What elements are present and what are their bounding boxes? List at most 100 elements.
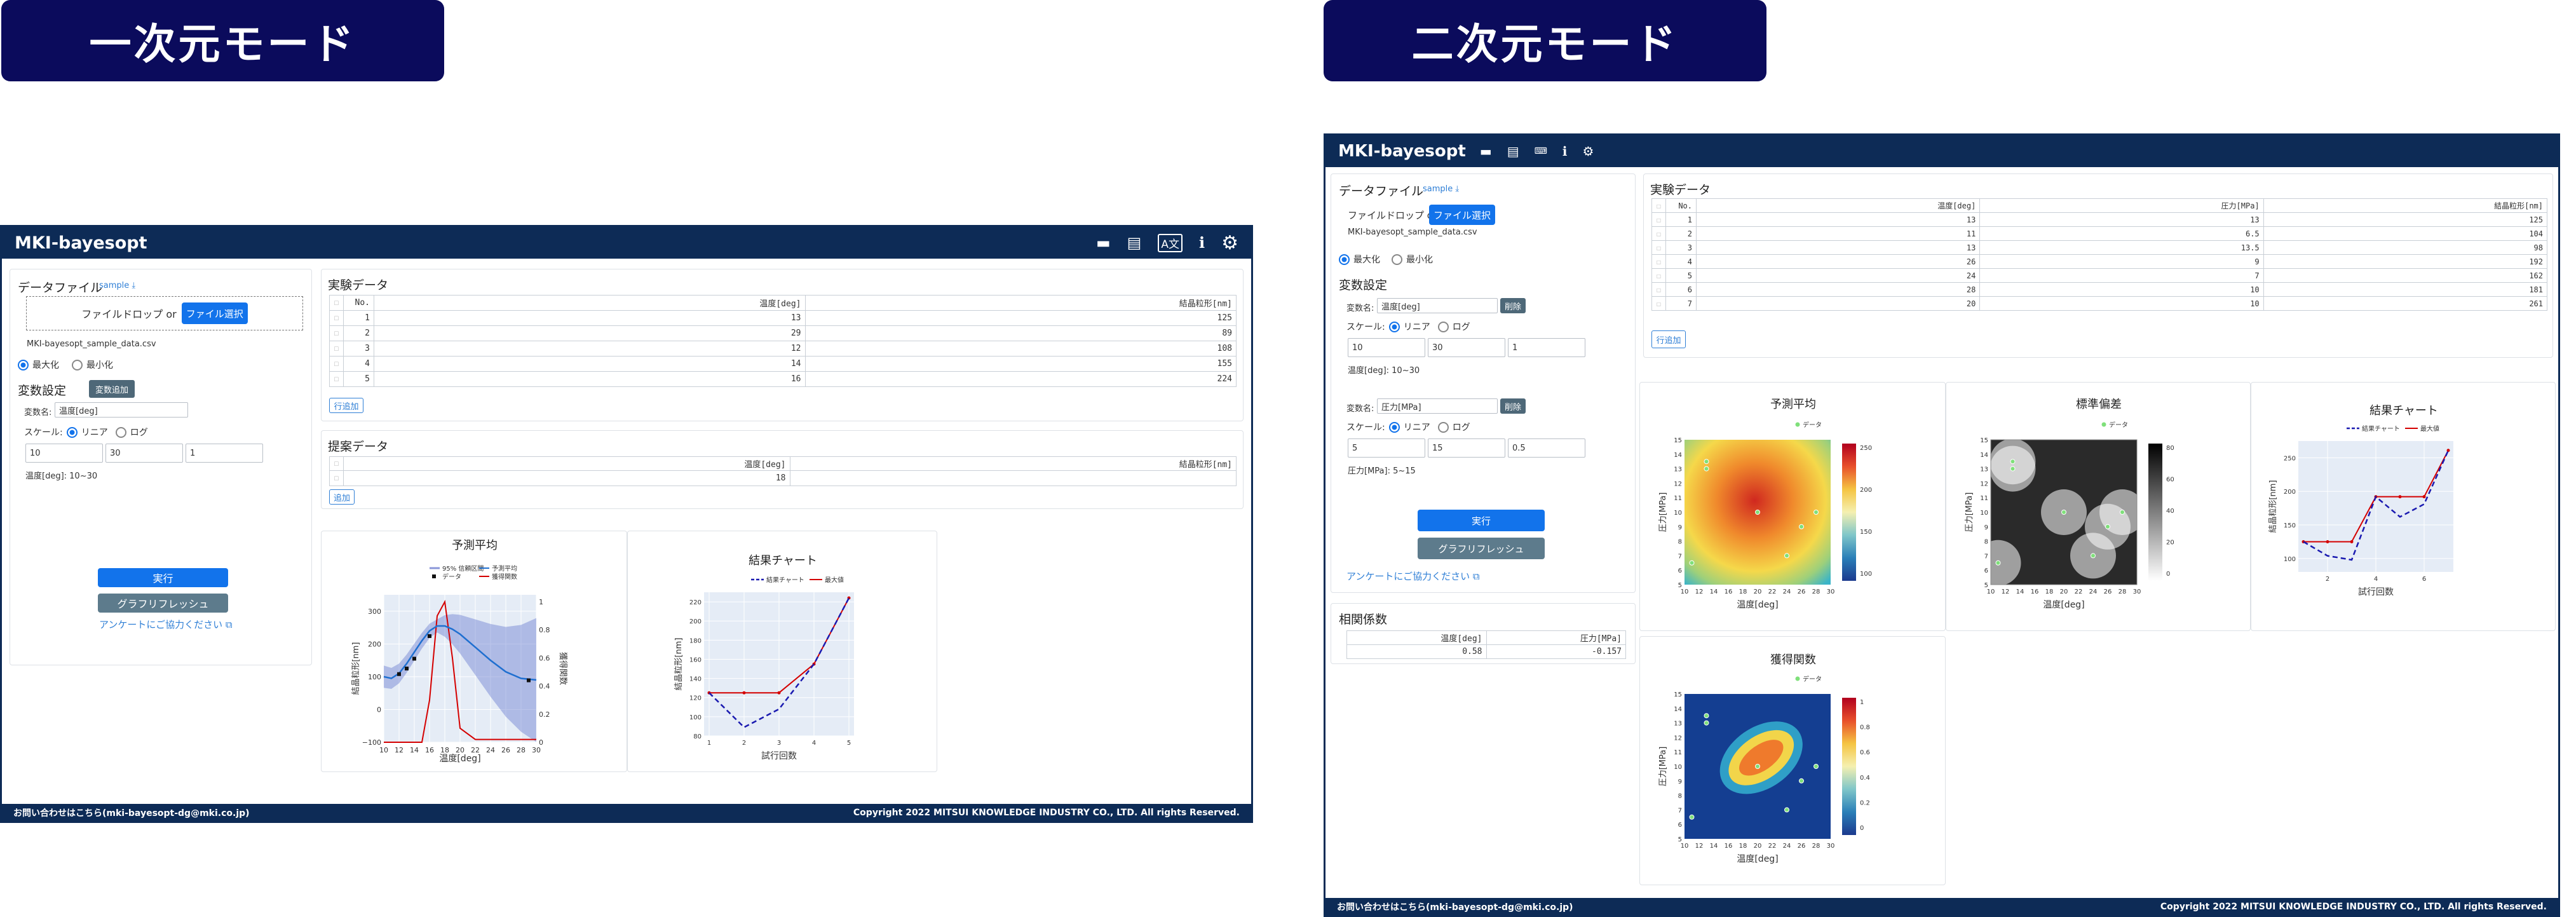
book-icon[interactable]: ▬ (1096, 234, 1111, 252)
maximize-radio[interactable] (18, 359, 29, 370)
var-min-input[interactable]: 10 (1348, 338, 1425, 357)
file-select-button[interactable]: ファイル選択 (1429, 205, 1495, 225)
legend-label: 最大値 (2420, 425, 2439, 433)
table-row[interactable]: ☐ 1 13 125 (329, 310, 1237, 326)
col-header[interactable]: 結晶粒形[nm] (789, 456, 1237, 471)
sample-link[interactable]: sample ⤓ (1423, 184, 1459, 194)
colorbar-tick: 0.4 (1860, 775, 1870, 782)
contact-link[interactable]: お問い合わせはこちら(mki-bayesopt-dg@mki.co.jp) (1337, 900, 1573, 913)
y-tick-label: 200 (689, 618, 702, 625)
scale-log-radio[interactable] (1437, 421, 1449, 433)
table-row[interactable]: ☐ 4 26 9 192 (1651, 254, 2548, 269)
app-header: MKI-bayesopt ▬ ▤ ⌨ ℹ ⚙ (1325, 135, 2558, 167)
graph-refresh-button[interactable]: グラフリフレッシュ (98, 594, 228, 613)
y-tick-label: 10 (1674, 764, 1682, 771)
col-header[interactable]: 温度[deg] (374, 295, 806, 311)
x-tick-label: 6 (2422, 576, 2426, 583)
scale-linear-radio[interactable] (1388, 421, 1400, 433)
survey-link[interactable]: アンケートにご協力ください ⧉ (1346, 569, 1480, 583)
y-tick-label: 11 (1674, 749, 1682, 756)
select-all-checkbox[interactable]: ☐ (329, 295, 344, 311)
y-tick-label: 5 (1678, 582, 1682, 589)
add-button[interactable]: 追加 (329, 489, 355, 505)
y-tick-label: 140 (689, 676, 702, 683)
file-select-button[interactable]: ファイル選択 (181, 302, 248, 324)
file-icon[interactable]: ▤ (1507, 144, 1519, 159)
graph-refresh-button[interactable]: グラフリフレッシュ (1418, 538, 1545, 559)
legend-label: データ (442, 573, 461, 581)
info-icon[interactable]: ℹ (1199, 234, 1205, 252)
translate-icon[interactable]: ⌨ (1535, 146, 1547, 156)
table-row[interactable]: ☐ 5 16 224 (329, 371, 1237, 387)
scale-log-radio[interactable] (115, 426, 126, 438)
file-dropzone[interactable]: ファイルドロップ or ファイル選択 (26, 296, 303, 330)
var-max-input[interactable]: 30 (1428, 338, 1505, 357)
table-row[interactable]: ☐ 3 13 13.5 98 (1651, 240, 2548, 255)
data-file-label: データファイル (1339, 184, 1424, 198)
var-max-input[interactable]: 30 (105, 444, 183, 463)
col-header[interactable]: No. (343, 295, 374, 311)
var-step-input[interactable]: 1 (186, 444, 263, 463)
minimize-radio[interactable] (72, 359, 83, 370)
y-tick-label: 8 (1678, 539, 1682, 546)
x-tick-label: 2 (742, 740, 746, 747)
scale-label: スケール: (1346, 423, 1385, 433)
sample-link[interactable]: sample ⤓ (99, 281, 135, 290)
scale-linear-radio[interactable] (66, 426, 78, 438)
scale-log-radio[interactable] (1437, 321, 1449, 332)
var-step-input[interactable]: 0.5 (1508, 438, 1585, 458)
var-range-text: 圧力[MPa]: 5~15 (1348, 466, 1416, 476)
colorbar-tick: 0.2 (1860, 799, 1870, 806)
table-row[interactable]: ☐ 1 13 13 125 (1651, 212, 2548, 227)
table-row[interactable]: ☐ 2 29 89 (329, 325, 1237, 341)
info-icon[interactable]: ℹ (1563, 144, 1568, 159)
y-tick-label: 150 (2284, 522, 2296, 529)
var-min-input[interactable]: 10 (25, 444, 103, 463)
delete-variable-button[interactable]: 削除 (1500, 398, 1526, 414)
table-row[interactable]: ☐ 18 (329, 470, 1237, 486)
var-max-input[interactable]: 15 (1428, 438, 1505, 458)
gear-icon[interactable]: ⚙ (1221, 232, 1238, 254)
settings-panel: データファイル sample ⤓ ファイルドロップ or ファイル選択 MKI-… (1331, 173, 1636, 593)
table-row[interactable]: ☐ 3 12 108 (329, 341, 1237, 357)
y-tick-label: 7 (1678, 807, 1682, 814)
var-name-input[interactable]: 温度[deg] (1377, 298, 1498, 313)
add-row-button[interactable]: 行追加 (1651, 330, 1686, 348)
file-icon[interactable]: ▤ (1127, 234, 1142, 252)
delete-variable-button[interactable]: 削除 (1500, 298, 1526, 313)
var-min-input[interactable]: 5 (1348, 438, 1425, 458)
col-header[interactable]: 結晶粒形[nm] (804, 295, 1237, 311)
run-button[interactable]: 実行 (98, 568, 228, 587)
scale-linear-radio[interactable] (1388, 321, 1400, 332)
book-icon[interactable]: ▬ (1480, 144, 1492, 159)
max-point (2422, 495, 2426, 499)
table-row[interactable]: ☐ 7 20 10 261 (1651, 296, 2548, 311)
translate-icon[interactable]: A文 (1158, 233, 1183, 252)
max-point (2398, 495, 2402, 499)
colorbar-tick: 20 (2166, 540, 2174, 547)
col-header[interactable]: 温度[deg] (343, 456, 790, 471)
maximize-radio[interactable] (1339, 254, 1350, 265)
table-row[interactable]: ☐ 6 28 10 181 (1651, 282, 2548, 297)
var-step-input[interactable]: 1 (1508, 338, 1585, 357)
table-row[interactable]: ☐ 5 24 7 162 (1651, 268, 2548, 283)
gear-icon[interactable]: ⚙ (1582, 144, 1594, 159)
select-all-checkbox[interactable]: ☐ (1651, 198, 1666, 213)
data-point (1689, 814, 1695, 820)
add-variable-button[interactable]: 変数追加 (89, 380, 135, 398)
run-button[interactable]: 実行 (1418, 510, 1545, 531)
mode-banner-2d: 二次元モード (1324, 0, 1766, 81)
add-row-button[interactable]: 行追加 (329, 398, 363, 413)
minimize-radio[interactable] (1392, 254, 1402, 265)
table-row[interactable]: ☐ 4 14 155 (329, 356, 1237, 372)
table-row[interactable]: ☐ 2 11 6.5 104 (1651, 226, 2548, 241)
drop-text[interactable]: ファイルドロップ or (1348, 208, 1437, 222)
contact-link[interactable]: お問い合わせはこちら(mki-bayesopt-dg@mki.co.jp) (13, 806, 250, 819)
scrollbar[interactable] (2558, 135, 2560, 917)
app-title: MKI-bayesopt (15, 233, 147, 253)
var-name-input[interactable]: 温度[deg] (55, 402, 188, 418)
y-tick-label: 80 (693, 733, 702, 740)
survey-link[interactable]: アンケートにご協力ください ⧉ (99, 618, 233, 631)
select-all-checkbox[interactable]: ☐ (329, 456, 344, 471)
var-name-input[interactable]: 圧力[MPa] (1377, 398, 1498, 414)
